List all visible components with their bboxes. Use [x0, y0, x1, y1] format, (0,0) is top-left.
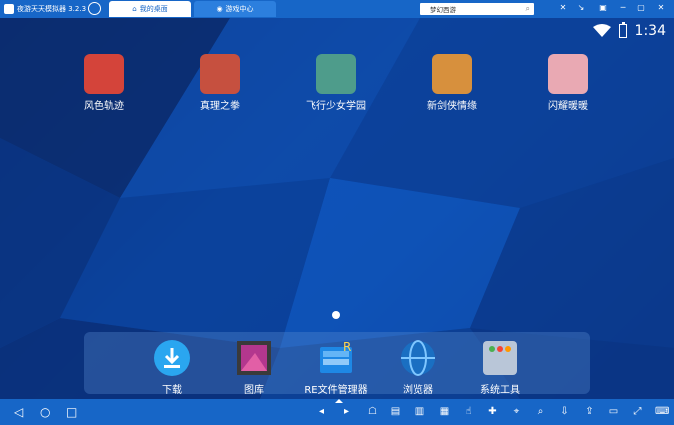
dock-label: 系统工具 — [480, 385, 520, 396]
search-tool-icon[interactable]: ⌕ — [534, 405, 547, 418]
tab-label: 游戏中心 — [225, 5, 254, 13]
screenshot-icon[interactable]: ▤ — [389, 405, 402, 418]
fullscreen-icon[interactable]: ⤢ — [631, 405, 644, 418]
app-xin-jian-xia-qing-yuan[interactable]: 新剑侠情缘 — [417, 54, 487, 112]
wifi-icon — [592, 24, 611, 37]
gallery-icon — [237, 341, 271, 375]
expand-arrow-icon[interactable] — [335, 399, 343, 403]
shake-icon[interactable]: ☖ — [366, 405, 379, 418]
recents-icon[interactable]: □ — [66, 405, 77, 419]
app-fei-xing-shao-nv[interactable]: 飞行少女学园 — [301, 54, 371, 112]
search-value: 梦幻西游 — [430, 6, 456, 14]
volume-down-icon[interactable]: ◂ — [315, 405, 328, 418]
minimize-to-tray-icon[interactable]: ✕ — [558, 3, 568, 13]
battery-icon — [618, 22, 627, 38]
tab-game-center[interactable]: ◉ 游戏中心 — [194, 1, 276, 17]
file-manager-icon: R — [320, 340, 352, 373]
clear-icon[interactable]: ▥ — [413, 405, 426, 418]
app-icon — [316, 54, 356, 94]
apk-install-icon[interactable]: ✚ — [486, 405, 499, 418]
status-bar: 1:34 — [592, 21, 666, 41]
download-tool-icon[interactable]: ⇩ — [558, 405, 571, 418]
svg-text:R: R — [343, 340, 351, 354]
app-icon — [432, 54, 472, 94]
folder-icon — [483, 341, 517, 375]
app-icon — [84, 54, 124, 94]
app-zhen-li-zhi-quan[interactable]: 真理之拳 — [185, 54, 255, 112]
search-icon[interactable]: ⌕ — [526, 4, 530, 14]
app-feng-se-gui-ji[interactable]: 风色轨迹 — [69, 54, 139, 112]
app-label: 新剑侠情缘 — [427, 101, 477, 112]
minimize-icon[interactable]: ─ — [618, 3, 628, 13]
tab-label: 我的桌面 — [139, 5, 168, 13]
account-icon[interactable] — [88, 2, 101, 15]
app-label: 风色轨迹 — [84, 101, 124, 112]
close-icon[interactable]: ✕ — [656, 3, 666, 13]
app-label: 闪耀暖暖 — [548, 101, 588, 112]
keyboard-map-icon[interactable]: ⌨ — [655, 405, 669, 418]
app-label: 飞行少女学园 — [306, 101, 366, 112]
app-icon — [200, 54, 240, 94]
clock: 1:34 — [634, 23, 666, 39]
dock-gallery[interactable]: 图库 — [214, 339, 294, 396]
dock-label: 图库 — [244, 385, 264, 396]
dock-label: RE文件管理器 — [304, 385, 368, 396]
tab-my-desktop[interactable]: ⌂ 我的桌面 — [109, 1, 191, 17]
home-icon: ⌂ — [132, 5, 137, 13]
maximize-icon[interactable]: ▢ — [636, 3, 646, 13]
collapse-icon[interactable]: ↘ — [576, 3, 586, 13]
dock-re-file-manager[interactable]: R RE文件管理器 — [296, 339, 376, 396]
share-icon[interactable]: ⇪ — [583, 405, 596, 418]
settings-icon[interactable]: ▣ — [598, 3, 608, 13]
back-icon[interactable]: ◁ — [14, 405, 23, 419]
volume-up-icon[interactable]: ▸ — [340, 405, 353, 418]
title-bar: 夜游天天模拟器 3.2.3 ⌂ 我的桌面 ◉ 游戏中心 梦幻西游 ⌕ ✕ ↘ ▣… — [0, 0, 674, 18]
globe-icon — [401, 340, 435, 376]
app-name: 夜游天天模拟器 3.2.3 — [17, 5, 87, 13]
gamepad-icon: ◉ — [216, 5, 223, 13]
location-icon[interactable]: ⌖ — [510, 405, 523, 418]
home-nav-icon[interactable]: ○ — [40, 405, 50, 419]
app-icon — [548, 54, 588, 94]
dock-download[interactable]: 下载 — [132, 339, 212, 396]
keyboard-icon[interactable]: ▦ — [438, 405, 451, 418]
dock-label: 浏览器 — [403, 385, 433, 396]
dock-system-tools[interactable]: 系统工具 — [460, 339, 540, 396]
screen-icon[interactable]: ▭ — [607, 405, 620, 418]
search-input[interactable]: 梦幻西游 ⌕ — [420, 3, 534, 15]
bottom-toolbar: ◁ ○ □ ◂ ▸ ☖ ▤ ▥ ▦ ☝ ✚ ⌖ ⌕ ⇩ ⇪ ▭ ⤢ ⌨ — [0, 399, 674, 425]
download-icon — [154, 340, 190, 376]
page-indicator — [332, 311, 340, 319]
touch-icon[interactable]: ☝ — [462, 405, 475, 418]
app-shan-yao-nuan-nuan[interactable]: 闪耀暖暖 — [533, 54, 603, 112]
android-screen: 1:34 风色轨迹 真理之拳 飞行少女学园 新剑侠情缘 闪耀暖暖 下载 图库 R… — [0, 18, 674, 399]
dock-browser[interactable]: 浏览器 — [378, 339, 458, 396]
app-label: 真理之拳 — [200, 101, 240, 112]
dock-label: 下载 — [162, 385, 182, 396]
app-logo-icon — [4, 4, 14, 14]
